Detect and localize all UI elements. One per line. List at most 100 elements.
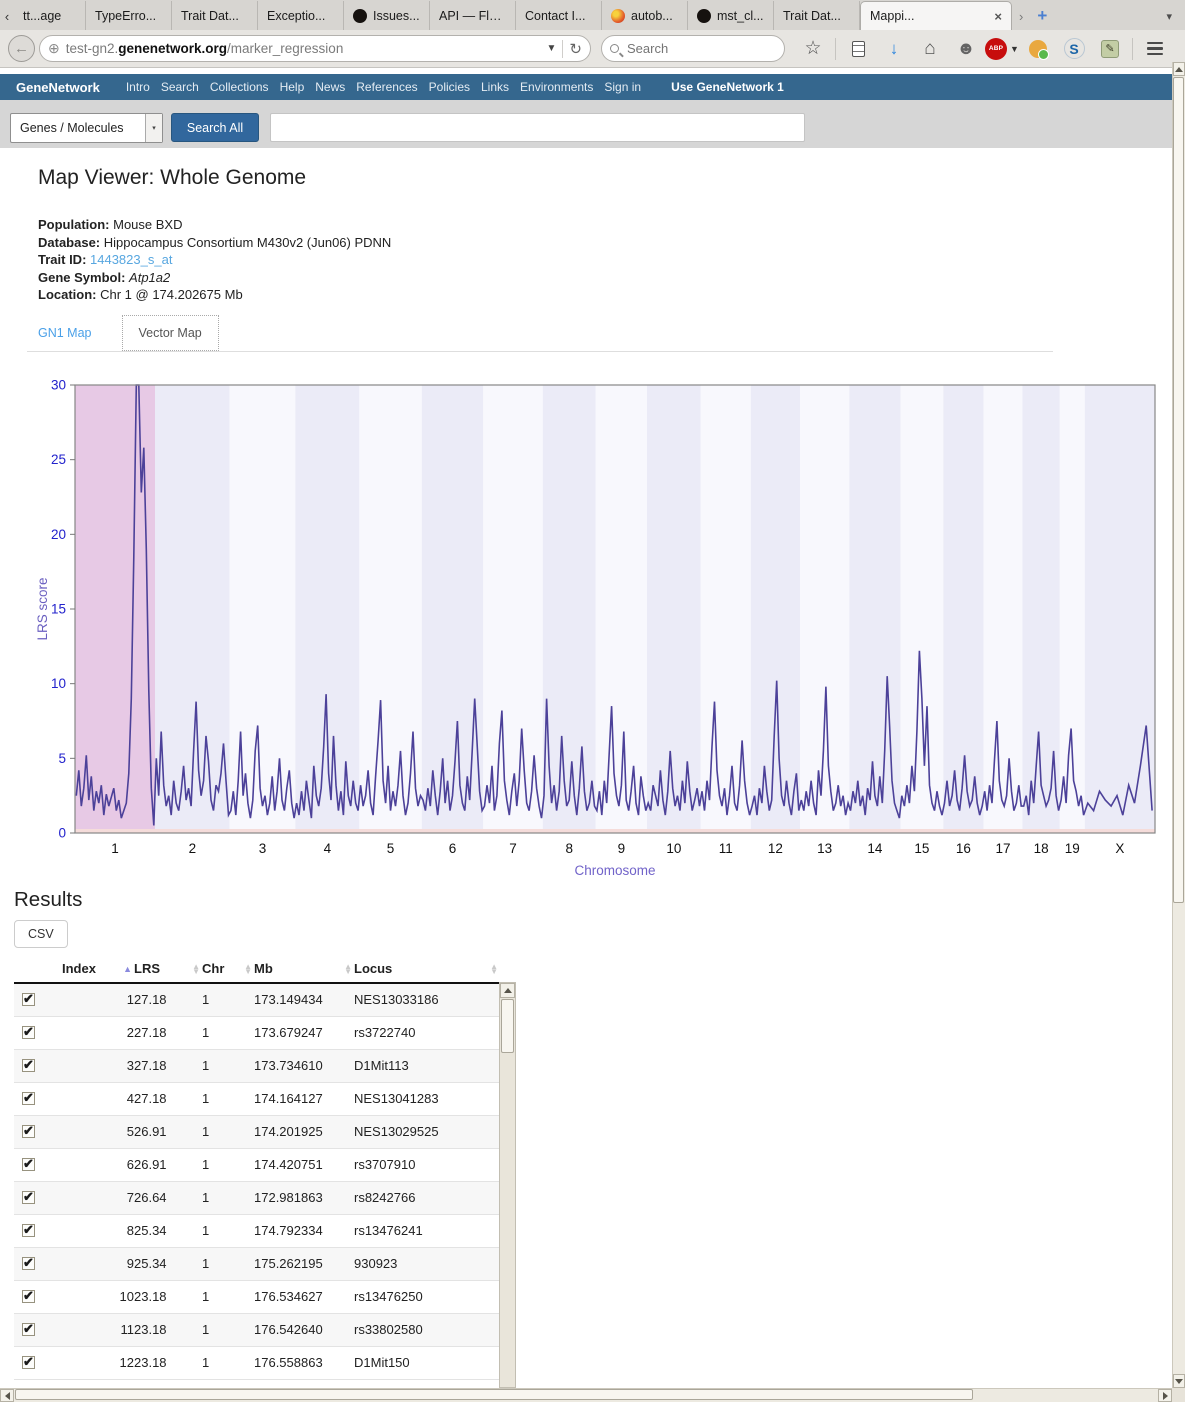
tab-list: tt...ageTypeErro...Trait Dat...Exceptio.… — [14, 1, 1012, 30]
y-tick-label: 10 — [51, 676, 66, 691]
page-content: Map Viewer: Whole Genome Population: Mou… — [0, 148, 1172, 1388]
gn-nav-environments[interactable]: Environments — [520, 80, 593, 94]
gn-nav-help[interactable]: Help — [280, 80, 305, 94]
search-category-select[interactable]: Genes / Molecules ▾ — [10, 113, 163, 143]
scroll-right-icon[interactable] — [1158, 1389, 1172, 1402]
row-checkbox[interactable] — [22, 1125, 35, 1138]
page-horizontal-scrollbar[interactable] — [0, 1388, 1172, 1402]
site-identity-icon[interactable]: ⊕ — [48, 40, 60, 57]
cookie-extension-icon[interactable] — [1020, 35, 1056, 63]
gn-nav-collections[interactable]: Collections — [210, 80, 269, 94]
browser-tab-10[interactable]: Mappi...× — [860, 1, 1012, 30]
sort-icon: ▲▼ — [192, 964, 200, 974]
trait-id-link[interactable]: 1443823_s_at — [90, 252, 172, 267]
bookmark-star-icon[interactable]: ☆ — [795, 35, 831, 63]
tab-gn1-map[interactable]: GN1 Map — [38, 326, 92, 340]
chromosome-band-13 — [800, 385, 849, 833]
use-gn1-link[interactable]: Use GeneNetwork 1 — [671, 80, 784, 94]
url-dropdown-icon[interactable]: ▼ — [547, 43, 557, 54]
bookmarks-menu-icon[interactable] — [840, 35, 876, 63]
tab-scroll-right-icon[interactable]: › — [1012, 2, 1030, 30]
gn-nav-sign-in[interactable]: Sign in — [604, 80, 641, 94]
scroll-down-icon[interactable] — [1173, 1374, 1185, 1388]
home-icon[interactable]: ⌂ — [912, 35, 948, 63]
list-all-tabs-icon[interactable]: ▾ — [1159, 2, 1179, 30]
gn-nav-policies[interactable]: Policies — [429, 80, 470, 94]
cell-loc: rs3722740 — [354, 1016, 500, 1049]
skype-extension-icon[interactable]: S — [1056, 35, 1092, 63]
checkbox-column-header — [14, 955, 62, 983]
cell-mb: 174.420751 — [254, 1148, 354, 1181]
gn-nav-news[interactable]: News — [315, 80, 345, 94]
gn-brand-link[interactable]: GeneNetwork — [16, 80, 100, 95]
tab-close-icon[interactable]: × — [994, 9, 1002, 24]
gn-nav-references[interactable]: References — [356, 80, 417, 94]
tab-vector-map[interactable]: Vector Map — [122, 315, 219, 351]
search-all-button[interactable]: Search All — [171, 113, 259, 142]
browser-tab-0[interactable]: tt...age — [14, 1, 86, 30]
browser-tab-1[interactable]: TypeErro... — [86, 1, 172, 30]
new-tab-button[interactable]: + — [1030, 2, 1054, 30]
menu-hamburger-icon[interactable] — [1137, 35, 1173, 63]
gn-nav-intro[interactable]: Intro — [126, 80, 150, 94]
row-checkbox[interactable] — [22, 1356, 35, 1369]
row-checkbox[interactable] — [22, 1059, 35, 1072]
feedback-icon[interactable]: ☻ — [948, 35, 984, 63]
cell-idx: 4 — [62, 1082, 134, 1115]
browser-tab-8[interactable]: mst_cl... — [688, 1, 774, 30]
table-scrollbar-thumb[interactable] — [501, 999, 514, 1053]
row-checkbox[interactable] — [22, 993, 35, 1006]
browser-search-input[interactable] — [625, 40, 776, 57]
tab-scroll-left-icon[interactable]: ‹ — [0, 2, 14, 30]
browser-tab-7[interactable]: autob... — [602, 1, 688, 30]
page-vertical-scrollbar[interactable] — [1172, 62, 1185, 1388]
row-checkbox[interactable] — [22, 1026, 35, 1039]
cell-mb: 176.542640 — [254, 1313, 354, 1346]
row-checkbox[interactable] — [22, 1224, 35, 1237]
downloads-icon[interactable]: ↓ — [876, 35, 912, 63]
url-bar[interactable]: ⊕ test-gn2.genenetwork.org/marker_regres… — [39, 35, 591, 62]
row-checkbox[interactable] — [22, 1191, 35, 1204]
adblock-icon[interactable]: ABP▼ — [984, 35, 1020, 63]
cell-loc: D1Mit113 — [354, 1049, 500, 1082]
browser-tab-2[interactable]: Trait Dat... — [172, 1, 258, 30]
column-header-mb[interactable]: Mb▲▼ — [254, 955, 354, 983]
horizontal-scrollbar-thumb[interactable] — [15, 1389, 973, 1400]
x-tick-label: 7 — [509, 841, 517, 856]
scroll-left-icon[interactable] — [0, 1389, 14, 1402]
browser-search-box[interactable] — [601, 35, 785, 62]
gn-search-input[interactable] — [270, 113, 805, 142]
back-button[interactable]: ← — [8, 35, 35, 62]
row-checkbox[interactable] — [22, 1092, 35, 1105]
browser-tab-9[interactable]: Trait Dat... — [774, 1, 860, 30]
csv-button[interactable]: CSV — [14, 920, 68, 948]
row-checkbox[interactable] — [22, 1323, 35, 1336]
scroll-up-icon[interactable] — [1173, 62, 1185, 76]
cell-chr: 1 — [202, 1049, 254, 1082]
column-header-locus[interactable]: Locus▲▼ — [354, 955, 500, 983]
table-scrollbar[interactable] — [499, 982, 516, 1388]
browser-tab-6[interactable]: Contact I... — [516, 1, 602, 30]
meta-label: Gene Symbol: — [38, 270, 129, 285]
column-header-chr[interactable]: Chr▲▼ — [202, 955, 254, 983]
gn-nav-search[interactable]: Search — [161, 80, 199, 94]
table-scroll-up-icon[interactable] — [500, 983, 515, 998]
browser-tab-5[interactable]: API — Fla... — [430, 1, 516, 30]
browser-tab-3[interactable]: Exceptio... — [258, 1, 344, 30]
row-checkbox[interactable] — [22, 1257, 35, 1270]
browser-tab-4[interactable]: Issues... — [344, 1, 430, 30]
gn-nav-links[interactable]: Links — [481, 80, 509, 94]
select-caret-icon[interactable]: ▾ — [145, 114, 162, 142]
notes-extension-icon[interactable]: ✎ — [1092, 35, 1128, 63]
x-tick-label: 6 — [449, 841, 457, 856]
search-band: Genes / Molecules ▾ Search All — [0, 100, 1185, 148]
row-checkbox[interactable] — [22, 1158, 35, 1171]
row-checkbox[interactable] — [22, 1290, 35, 1303]
cell-chr: 1 — [202, 1181, 254, 1214]
cell-mb: 176.534627 — [254, 1280, 354, 1313]
column-header-index[interactable]: Index▲ — [62, 955, 134, 983]
column-header-lrs[interactable]: LRS▲▼ — [134, 955, 202, 983]
reload-icon[interactable]: ↻ — [569, 40, 582, 58]
cell-loc: NES13033186 — [354, 983, 500, 1016]
vertical-scrollbar-thumb[interactable] — [1173, 77, 1184, 903]
